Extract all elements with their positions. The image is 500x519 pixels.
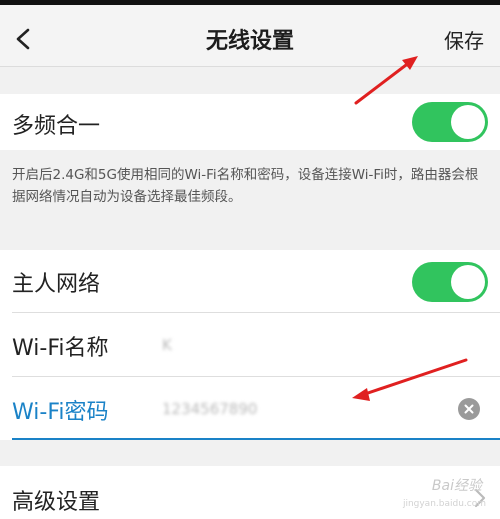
annotation-arrow-password — [352, 358, 468, 401]
annotation-arrows — [352, 56, 468, 401]
annotation-arrow-save — [354, 56, 418, 105]
